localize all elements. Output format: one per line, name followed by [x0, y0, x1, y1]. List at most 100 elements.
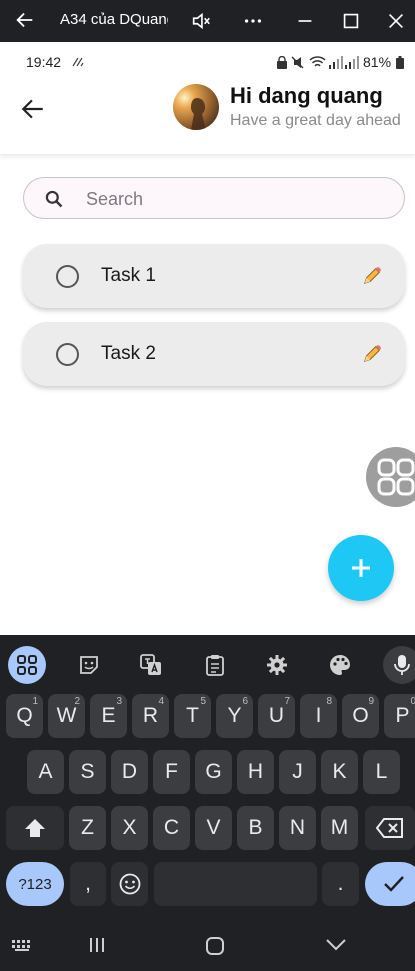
key-f[interactable]: F — [153, 750, 190, 794]
key-o[interactable]: O9 — [342, 694, 379, 738]
microphone-icon — [394, 655, 410, 675]
key-hint: 2 — [74, 696, 80, 707]
key-m[interactable]: M — [321, 806, 358, 850]
comma-key[interactable]: , — [70, 862, 106, 906]
more-options-icon[interactable] — [242, 10, 264, 32]
key-hint: 4 — [158, 696, 164, 707]
key-n[interactable]: N — [279, 806, 316, 850]
key-a[interactable]: A — [27, 750, 64, 794]
key-u[interactable]: U7 — [258, 694, 295, 738]
maximize-icon[interactable] — [340, 10, 362, 32]
key-hint: 9 — [368, 696, 374, 707]
period-key[interactable]: . — [322, 862, 359, 906]
symbols-key[interactable]: ?123 — [6, 862, 64, 906]
key-i[interactable]: I8 — [300, 694, 337, 738]
back-chevron-icon[interactable] — [325, 938, 347, 952]
key-w[interactable]: W2 — [48, 694, 85, 738]
task-item[interactable]: Task 1 — [23, 244, 405, 308]
app-header: Hi dang quang Have a great day ahead — [0, 42, 415, 155]
minimize-icon[interactable] — [294, 10, 316, 32]
key-label: I — [315, 704, 322, 727]
key-k[interactable]: K — [321, 750, 358, 794]
backspace-key[interactable] — [365, 806, 415, 850]
key-label: P — [395, 704, 410, 727]
on-screen-keyboard: Q1W2E3R4T5Y6U7I8O9P0 ASDFGHJKL ZXCVBNM ?… — [0, 635, 415, 971]
key-l[interactable]: L — [363, 750, 400, 794]
key-g[interactable]: G — [195, 750, 232, 794]
voice-input-tool[interactable] — [383, 646, 415, 684]
key-hint: 7 — [284, 696, 290, 707]
key-p[interactable]: P0 — [384, 694, 415, 738]
task-item[interactable]: Task 2 — [23, 322, 405, 386]
enter-key[interactable] — [365, 862, 415, 906]
key-label: O — [352, 704, 369, 727]
key-h[interactable]: H — [237, 750, 274, 794]
key-d[interactable]: D — [111, 750, 148, 794]
avatar[interactable] — [173, 84, 219, 130]
greeting-title: Hi dang quang — [230, 83, 383, 108]
key-label: Y — [227, 704, 242, 727]
key-e[interactable]: E3 — [90, 694, 127, 738]
task-checkbox[interactable] — [56, 343, 79, 366]
key-t[interactable]: T5 — [174, 694, 211, 738]
key-hint: 0 — [410, 696, 415, 707]
pencil-icon[interactable] — [361, 265, 383, 287]
key-hint: 3 — [116, 696, 122, 707]
grid-icon — [377, 458, 415, 496]
key-j[interactable]: J — [279, 750, 316, 794]
emoji-icon — [119, 873, 140, 895]
shift-arrow-icon — [25, 819, 45, 837]
key-label: E — [101, 704, 116, 727]
key-v[interactable]: V — [195, 806, 232, 850]
recent-apps-icon[interactable] — [88, 936, 106, 954]
settings-tool[interactable] — [258, 646, 296, 684]
keyboard-hide-icon[interactable] — [12, 940, 34, 952]
translate-icon — [140, 654, 161, 675]
sticker-tool[interactable] — [70, 646, 108, 684]
window-title: A34 của DQuang — [60, 11, 168, 28]
theme-tool[interactable] — [321, 646, 359, 684]
translate-tool[interactable] — [132, 646, 170, 684]
back-arrow-icon[interactable] — [20, 96, 46, 122]
task-label: Task 1 — [101, 265, 156, 286]
search-bar[interactable] — [23, 177, 405, 219]
android-nav-bar — [0, 930, 415, 970]
search-icon — [45, 190, 63, 208]
grid-icon — [17, 655, 37, 675]
clipboard-tool[interactable] — [196, 646, 234, 684]
key-q[interactable]: Q1 — [6, 694, 43, 738]
key-r[interactable]: R4 — [132, 694, 169, 738]
apps-grid-tool[interactable] — [8, 646, 46, 684]
mute-icon[interactable] — [190, 10, 212, 32]
phone-screen: 19:42 81% Hi dang quang Have a great day… — [0, 42, 415, 635]
key-x[interactable]: X — [111, 806, 148, 850]
key-c[interactable]: C — [153, 806, 190, 850]
pencil-icon[interactable] — [361, 343, 383, 365]
window-title-bar: A34 của DQuang — [0, 0, 415, 42]
key-s[interactable]: S — [69, 750, 106, 794]
shift-key[interactable] — [6, 806, 64, 850]
search-input[interactable] — [84, 184, 388, 214]
key-hint: 6 — [242, 696, 248, 707]
floating-apps-button[interactable] — [366, 447, 415, 507]
greeting-subtitle: Have a great day ahead — [230, 112, 401, 129]
back-arrow-icon[interactable] — [14, 9, 36, 31]
key-z[interactable]: Z — [69, 806, 106, 850]
home-icon[interactable] — [205, 936, 225, 956]
key-hint: 8 — [326, 696, 332, 707]
key-b[interactable]: B — [237, 806, 274, 850]
space-key[interactable] — [154, 862, 317, 906]
task-checkbox[interactable] — [56, 265, 79, 288]
emoji-key[interactable] — [111, 862, 148, 906]
task-label: Task 2 — [101, 343, 156, 364]
key-y[interactable]: Y6 — [216, 694, 253, 738]
clipboard-icon — [206, 655, 224, 676]
key-label: W — [56, 704, 77, 727]
plus-icon — [352, 559, 370, 577]
close-icon[interactable] — [385, 10, 407, 32]
key-label: Q — [16, 704, 33, 727]
add-task-button[interactable] — [328, 535, 394, 601]
key-hint: 5 — [200, 696, 206, 707]
checkmark-icon — [384, 876, 404, 892]
avatar-photo — [173, 84, 219, 130]
